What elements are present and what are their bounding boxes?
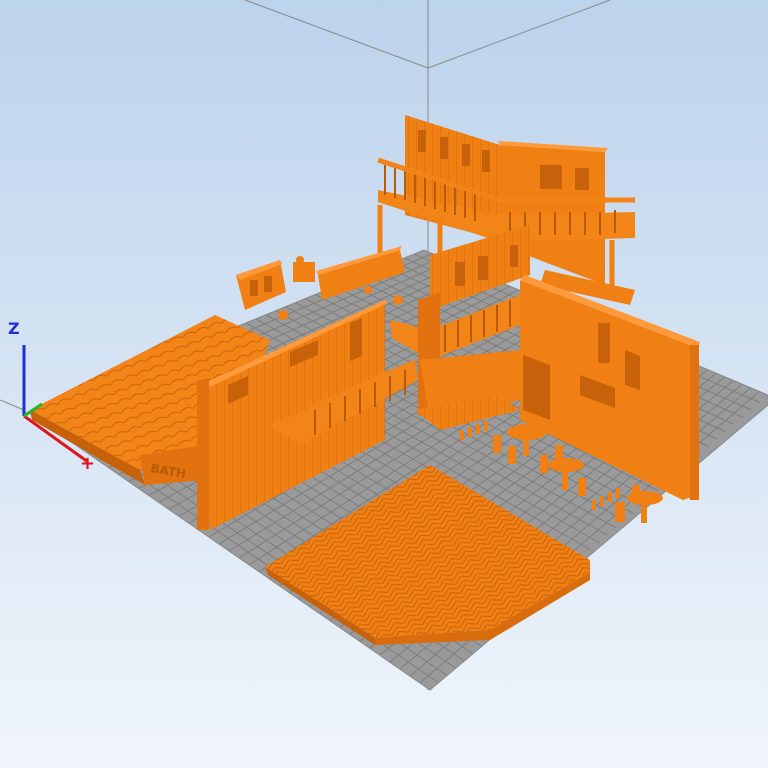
- 3d-viewport[interactable]: BATH Z +: [0, 0, 768, 768]
- x-axis-label: +: [80, 453, 95, 474]
- z-axis-label: Z: [8, 319, 20, 338]
- slicer-scene[interactable]: BATH Z +: [0, 0, 768, 768]
